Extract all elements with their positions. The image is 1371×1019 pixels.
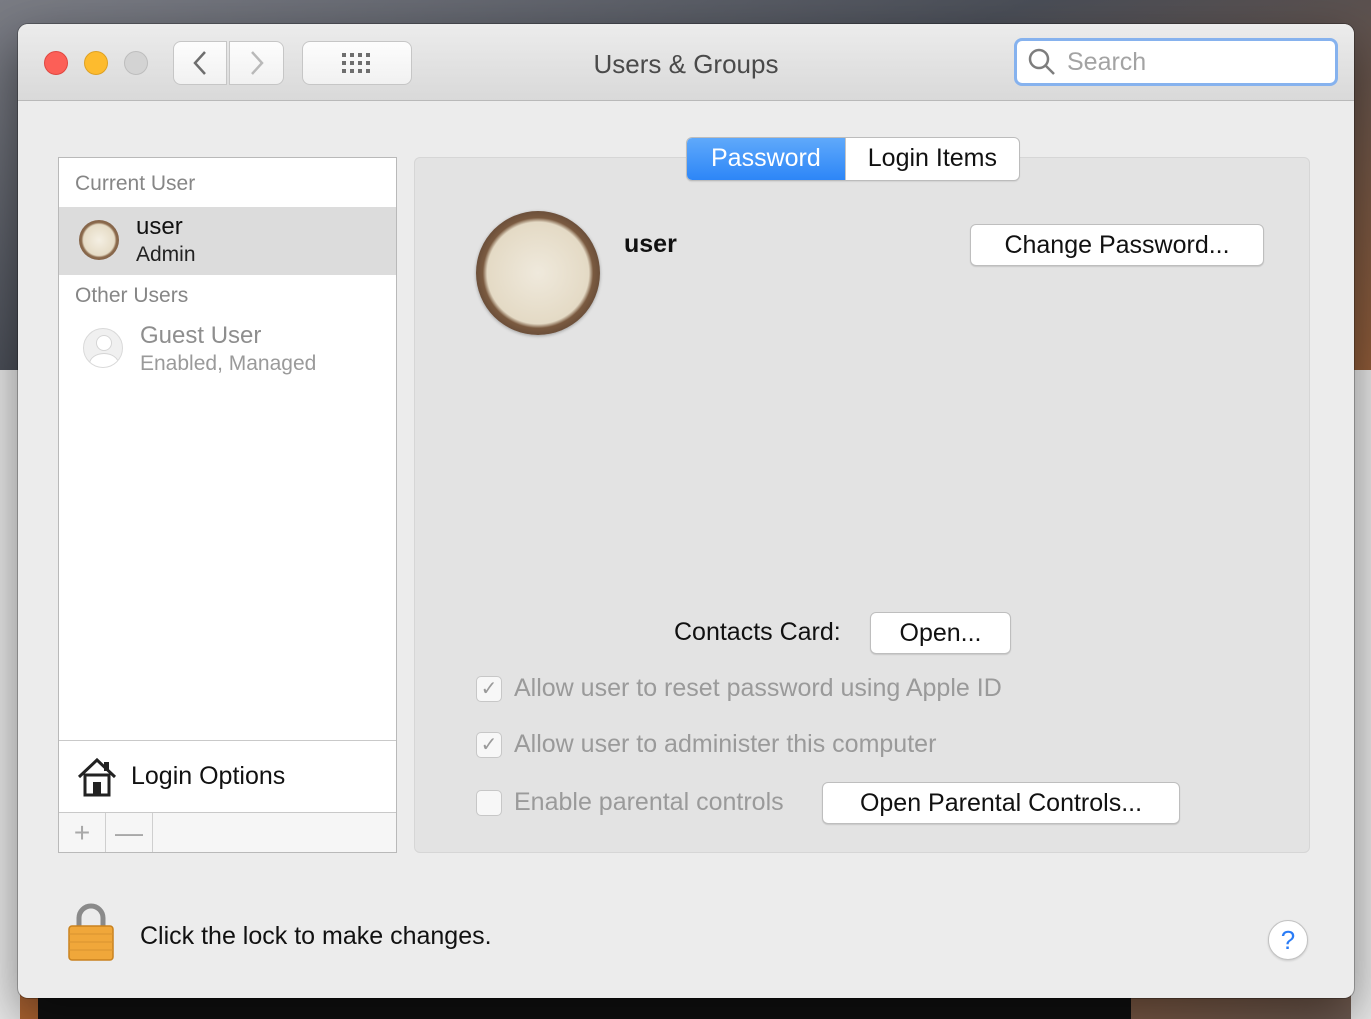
chevron-left-icon	[193, 51, 206, 75]
other-users-header: Other Users	[75, 284, 189, 307]
back-button[interactable]	[173, 41, 227, 85]
open-parental-controls-button[interactable]: Open Parental Controls...	[822, 782, 1180, 824]
forward-button[interactable]	[229, 41, 284, 85]
zoom-window-button[interactable]	[124, 51, 148, 75]
guest-avatar-icon	[83, 328, 123, 368]
login-options-label: Login Options	[131, 762, 286, 790]
lock-icon[interactable]	[66, 902, 116, 962]
sidebar-user-role: Admin	[136, 243, 196, 266]
open-contacts-card-button[interactable]: Open...	[870, 612, 1011, 654]
preferences-window: Users & Groups Current User user Admin O…	[18, 24, 1354, 998]
parental-controls-option[interactable]: Enable parental controls	[476, 788, 784, 817]
chevron-right-icon	[250, 51, 264, 75]
current-user-header: Current User	[75, 172, 196, 195]
tab-password[interactable]: Password	[687, 138, 845, 180]
house-icon	[77, 757, 117, 796]
title-bar: Users & Groups	[18, 24, 1354, 101]
help-button[interactable]: ?	[1268, 920, 1308, 960]
reset-password-option[interactable]: ✓ Allow user to reset password using App…	[476, 674, 1002, 703]
search-icon	[1028, 48, 1055, 75]
administer-checkbox[interactable]: ✓	[476, 731, 502, 758]
reset-password-checkbox[interactable]: ✓	[476, 675, 502, 702]
avatar	[79, 220, 119, 260]
contacts-card-label: Contacts Card:	[674, 618, 841, 646]
guest-user-name: Guest User	[140, 322, 262, 349]
sidebar-item-current-user[interactable]: user Admin	[59, 207, 396, 275]
users-sidebar: Current User user Admin Other Users Gues…	[58, 157, 397, 853]
guest-user-status: Enabled, Managed	[140, 352, 317, 375]
desktop-background-right	[1351, 370, 1371, 1019]
desktop-background-left	[0, 370, 20, 1019]
tab-login-items[interactable]: Login Items	[844, 138, 1019, 180]
sidebar-item-guest-user[interactable]: Guest User Enabled, Managed	[59, 318, 396, 386]
search-input[interactable]	[1065, 46, 1319, 78]
administer-option[interactable]: ✓ Allow user to administer this computer	[476, 730, 936, 759]
detail-username: user	[624, 230, 677, 258]
add-user-button[interactable]: +	[59, 813, 106, 852]
parental-controls-label: Enable parental controls	[514, 788, 784, 816]
desktop-background-bottom	[38, 997, 1131, 1019]
login-options-item[interactable]: Login Options	[59, 740, 396, 812]
minimize-window-button[interactable]	[84, 51, 108, 75]
search-field[interactable]	[1014, 38, 1338, 86]
administer-label: Allow user to administer this computer	[514, 730, 937, 758]
lock-message: Click the lock to make changes.	[140, 922, 492, 950]
user-picture[interactable]	[476, 211, 600, 335]
parental-controls-checkbox[interactable]	[476, 789, 502, 816]
sidebar-footer: + —	[59, 812, 396, 852]
close-window-button[interactable]	[44, 51, 68, 75]
remove-user-button[interactable]: —	[106, 813, 153, 852]
grid-icon	[342, 53, 370, 73]
tab-bar: Password Login Items	[686, 137, 1021, 181]
sidebar-user-name: user	[136, 213, 183, 240]
reset-password-label: Allow user to reset password using Apple…	[514, 674, 1002, 702]
show-all-button[interactable]	[302, 41, 412, 85]
change-password-button[interactable]: Change Password...	[970, 224, 1264, 266]
